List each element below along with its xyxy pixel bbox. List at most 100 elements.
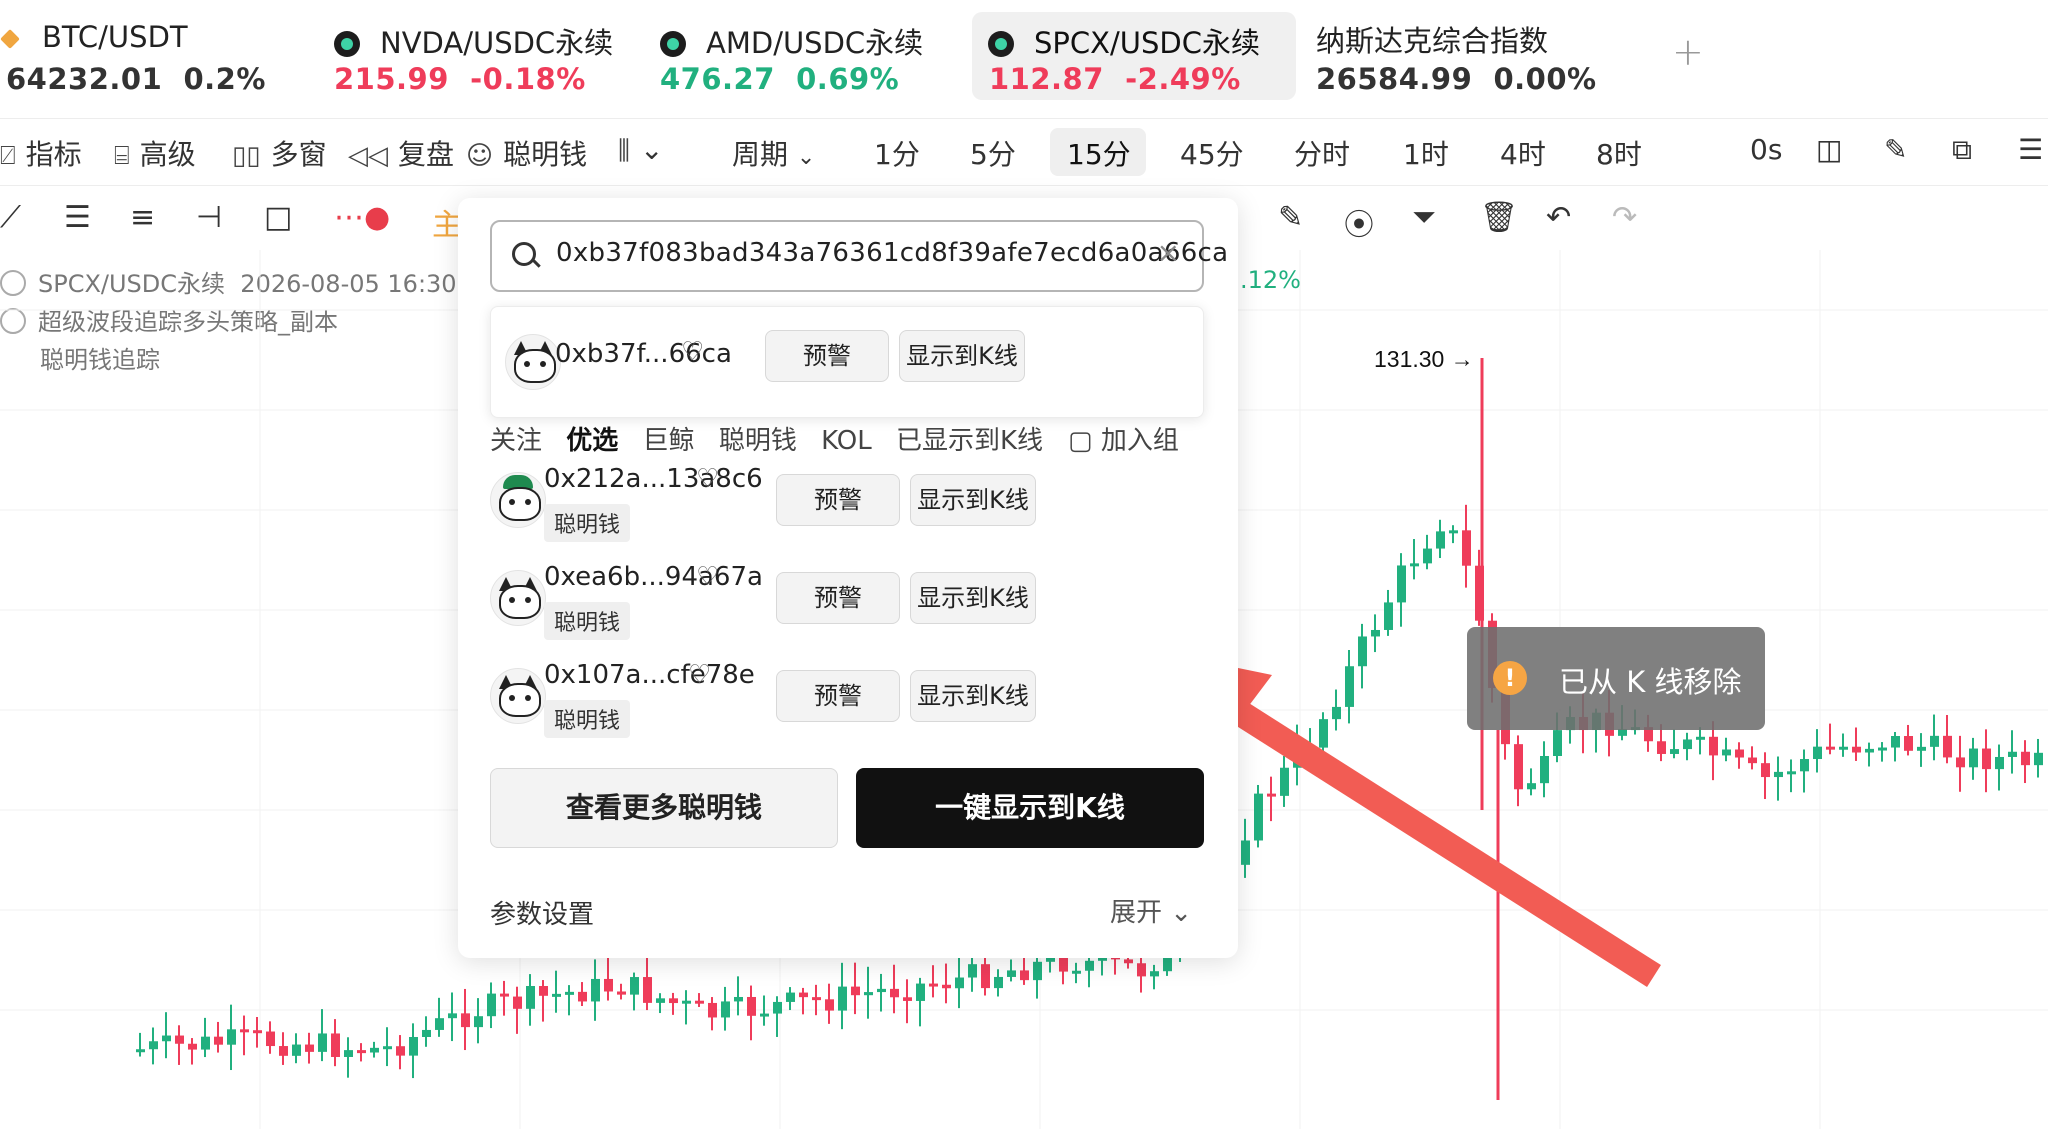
ticker-change: 0.69% (796, 62, 900, 96)
interval-1h[interactable]: 1时 (1403, 133, 1449, 173)
candle-body (1670, 749, 1679, 754)
candle-body (1904, 736, 1913, 751)
heart-icon[interactable]: ♡ (681, 337, 704, 367)
interval-5m[interactable]: 5分 (970, 133, 1016, 173)
tab-selected[interactable]: 优选 (566, 426, 618, 456)
candle-body (1891, 736, 1900, 748)
magnet-icon[interactable]: ⦿ (1344, 200, 1374, 244)
ticker-change: 0.2% (183, 62, 266, 96)
candle-body (994, 976, 1003, 989)
clear-icon[interactable]: × (1157, 236, 1180, 269)
tab-shown[interactable]: 已显示到K线 (896, 426, 1043, 456)
candle-body (786, 992, 795, 1002)
indicators-button[interactable]: ⍁ 指标 (0, 133, 82, 173)
tab-smart[interactable]: 聪明钱 (719, 426, 797, 456)
more-tools-icon[interactable]: ⋯● (334, 200, 390, 235)
advanced-button[interactable]: ⌸ 高级 (114, 133, 196, 173)
camera-icon[interactable]: ◫ (1816, 133, 1842, 166)
candle-body (1085, 960, 1094, 971)
alert-button[interactable]: 预警 (765, 330, 889, 382)
ticker-tab-nvda[interactable]: NVDA/USDC永续 215.99 -0.18% (334, 0, 634, 100)
tab-whale[interactable]: 巨鲸 (643, 426, 695, 456)
ticker-tab-amd[interactable]: AMD/USDC永续 476.27 0.69% (660, 0, 960, 100)
horizontal-ray-icon[interactable]: ⊣ (196, 200, 222, 235)
show-all-on-chart-button[interactable]: 一键显示到K线 (856, 768, 1204, 848)
candle-body (695, 1000, 704, 1004)
ticker-tab-spcx[interactable]: SPCX/USDC永续 112.87 -2.49% (988, 0, 1288, 100)
alert-button[interactable]: 预警 (776, 474, 900, 526)
undo-icon[interactable]: ↶ (1546, 200, 1571, 235)
candle-body (682, 1000, 691, 1004)
candle-body (604, 978, 613, 992)
interval-15m[interactable]: 15分 (1067, 133, 1131, 173)
candle-body (1969, 748, 1978, 768)
candle-body (1384, 602, 1393, 630)
heart-icon[interactable]: ♡ (696, 562, 719, 592)
period-dropdown[interactable]: 周期 ⌄ (732, 133, 815, 173)
toast-text: 已从 K 线移除 (1559, 665, 1742, 699)
smart-money-button[interactable]: ☺ 聪明钱 (466, 133, 587, 173)
ticker-tab-btc[interactable]: BTC/USDT 64232.01 0.2% (0, 0, 300, 100)
tab-kol[interactable]: KOL (821, 426, 872, 456)
candle-body (370, 1047, 379, 1053)
address-search-input[interactable]: 0xb37f083bad343a76361cd8f39afe7ecd6a0a66… (490, 220, 1228, 292)
alert-button[interactable]: 预警 (776, 670, 900, 722)
add-group-button[interactable]: ▢ 加入组 (1068, 420, 1179, 457)
trash-icon[interactable]: 🗑 (1480, 200, 1518, 235)
multi-window-label: 多窗 (270, 138, 327, 171)
show-on-chart-button[interactable]: 显示到K线 (910, 474, 1036, 526)
interval-timeshare[interactable]: 分时 (1294, 133, 1350, 173)
rectangle-icon[interactable]: □ (264, 200, 292, 235)
candle-body (1124, 959, 1133, 964)
note-icon[interactable]: ✎ (1278, 200, 1303, 235)
multi-window-button[interactable]: ▯▯ 多窗 (232, 133, 327, 173)
heart-icon[interactable]: ♡ (688, 660, 711, 690)
candle-type-icon: ⫼ (618, 136, 630, 166)
candle-body (1410, 563, 1419, 567)
pencil-icon[interactable]: ✎ (1884, 133, 1907, 166)
alert-button[interactable]: 预警 (776, 572, 900, 624)
menu-icon[interactable]: ☰ (2018, 133, 2043, 166)
parallel-channel-icon[interactable]: ☰ (64, 200, 91, 235)
show-on-chart-button[interactable]: 显示到K线 (899, 330, 1025, 382)
interval-1m[interactable]: 1分 (874, 133, 920, 173)
candle-body (331, 1033, 340, 1057)
replay-button[interactable]: ◁◁ 复盘 (348, 133, 454, 173)
interval-45m[interactable]: 45分 (1180, 133, 1244, 173)
candle-body (461, 1013, 470, 1028)
candle-body (890, 988, 899, 998)
trendline-icon[interactable]: ⟋ (0, 200, 21, 235)
candle-body (2008, 751, 2017, 757)
redo-icon[interactable]: ↷ (1612, 200, 1637, 235)
new-window-icon[interactable]: ⧉ (1952, 133, 1972, 167)
candle-body (487, 993, 496, 1017)
horizontal-lines-icon[interactable]: ≡ (130, 200, 155, 235)
tab-follow[interactable]: 关注 (490, 426, 542, 456)
candle-body (773, 1001, 782, 1014)
candle-body (1007, 970, 1016, 977)
candle-body (1020, 970, 1029, 981)
interval-4h[interactable]: 4时 (1500, 133, 1546, 173)
candle-body (981, 964, 990, 989)
smart-money-badge: 聪明钱 (544, 504, 631, 542)
avatar (490, 570, 546, 626)
show-on-chart-button[interactable]: 显示到K线 (910, 670, 1036, 722)
candle-body (539, 986, 548, 996)
candle-body (1826, 746, 1835, 750)
candle-body (266, 1031, 275, 1047)
view-more-smart-money-button[interactable]: 查看更多聪明钱 (490, 768, 838, 848)
params-expand-toggle[interactable]: 展开 ⌄ (1110, 892, 1192, 929)
ticker-tab-nasdaq[interactable]: 纳斯达克综合指数 26584.99 0.00% (1316, 0, 1616, 100)
chart-type-dropdown[interactable]: ⫼ ⌄ (618, 133, 663, 167)
add-tab-plus-icon[interactable]: + (1672, 30, 1704, 74)
candle-body (526, 986, 535, 1009)
candle-body (1943, 735, 1952, 758)
wallet-address: 0xea6b...94a67a (544, 562, 763, 592)
interval-8h[interactable]: 8时 (1596, 133, 1642, 173)
candle-body (253, 1030, 262, 1034)
countdown-label: 0s (1750, 133, 1783, 166)
filter-icon[interactable]: ⏷ (1412, 200, 1436, 235)
candle-body (214, 1036, 223, 1045)
heart-icon[interactable]: ♡ (696, 464, 719, 494)
show-on-chart-button[interactable]: 显示到K线 (910, 572, 1036, 624)
